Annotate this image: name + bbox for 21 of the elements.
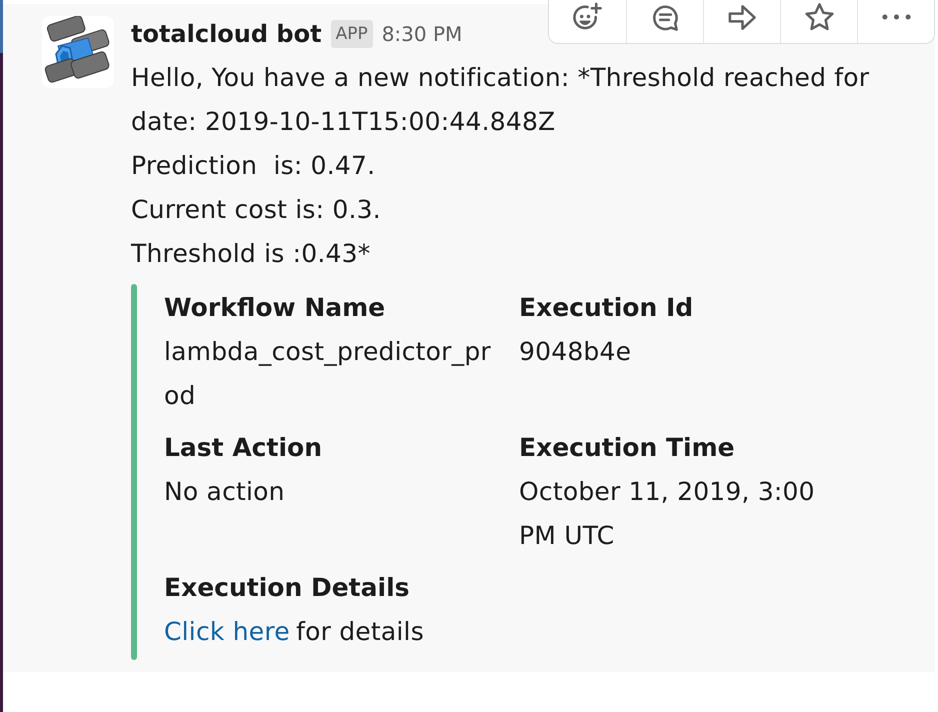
message-line: Prediction is: 0.47. <box>131 150 376 182</box>
avatar-icon <box>42 16 114 88</box>
field-title: Last Action <box>164 432 323 464</box>
field-title: Execution Details <box>164 572 411 604</box>
smiley-plus-icon <box>572 2 603 32</box>
field-title: Execution Time <box>519 432 736 464</box>
details-link[interactable]: Click here <box>164 617 290 646</box>
message-line: Current cost is: 0.3. <box>131 194 382 226</box>
field-title: Execution Id <box>519 292 694 324</box>
message-line: Threshold is :0.43* <box>131 238 372 270</box>
timestamp[interactable]: 8:30 PM <box>382 12 462 56</box>
field-value: lambda_cost_predictor_prod <box>164 336 492 412</box>
field-value: Click here for details <box>164 616 425 648</box>
sender-name[interactable]: totalcloud bot <box>131 12 322 56</box>
field-value: No action <box>164 476 286 508</box>
app-label: APP <box>330 20 373 48</box>
field-value: October 11, 2019, 3:00 PM UTC <box>519 476 816 552</box>
field-title: Workflow Name <box>164 292 386 324</box>
star-icon <box>804 2 834 32</box>
message-line: Hello, You have a new notification: *Threshold reached for date: 2019-10-11T15:00:44.848Z <box>131 62 870 138</box>
field-value: 9048b4e <box>519 336 632 368</box>
